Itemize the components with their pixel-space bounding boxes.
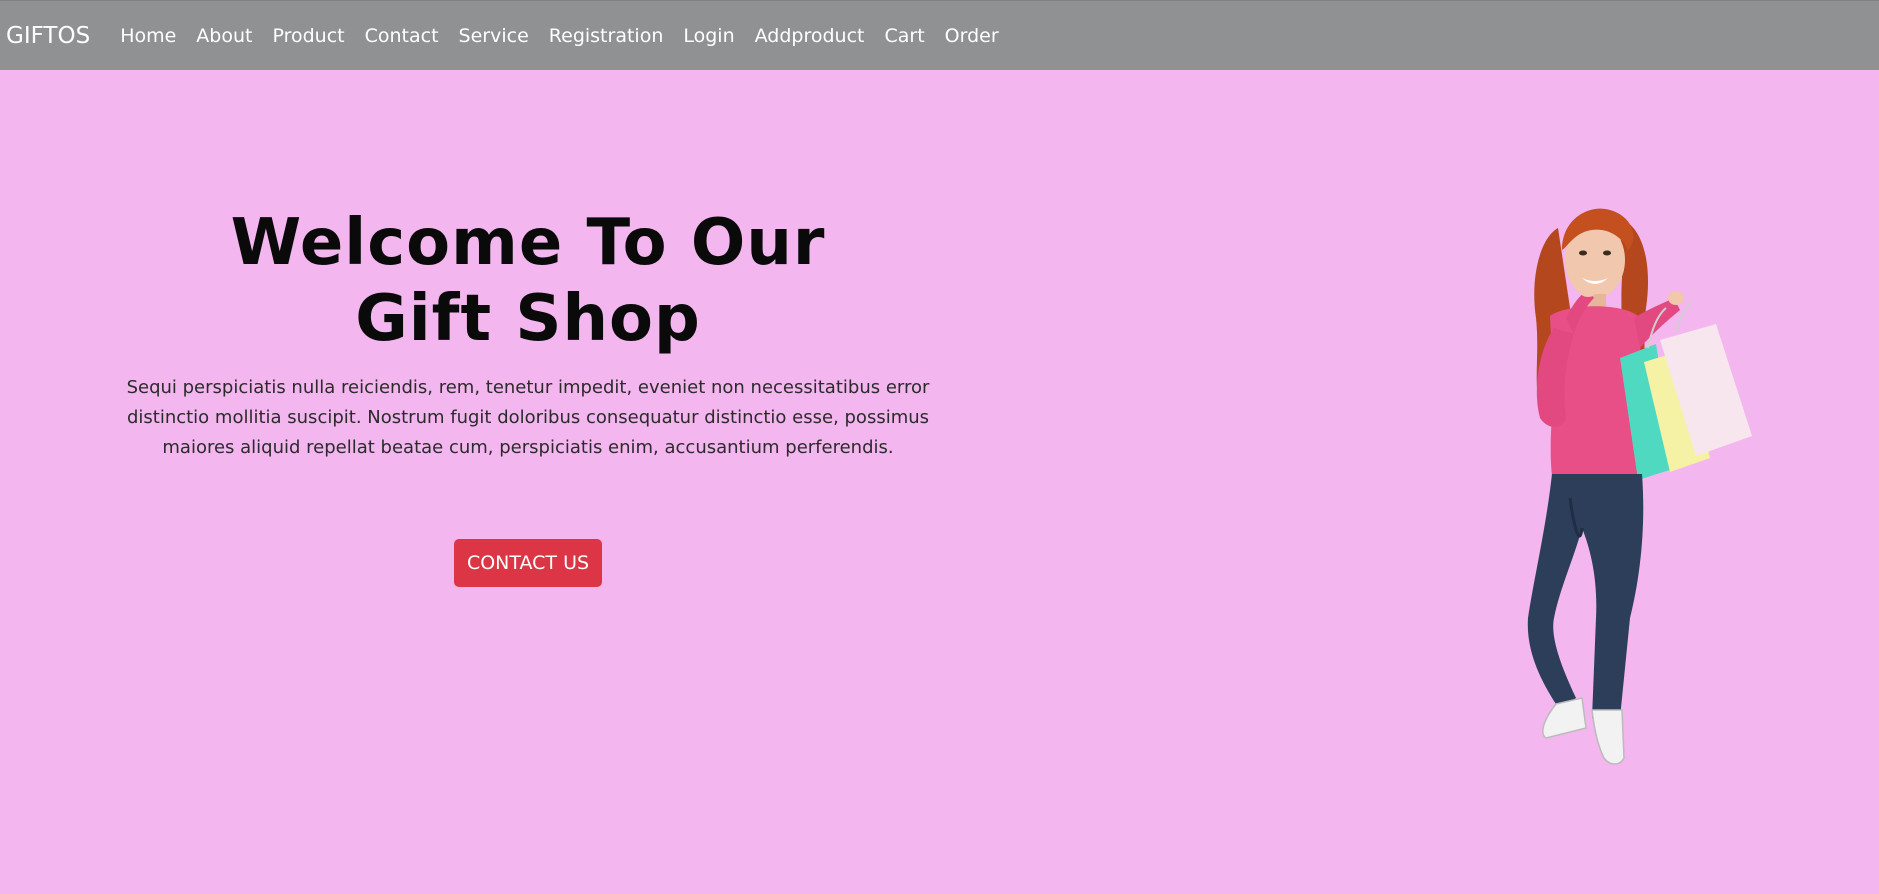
hero-section: Welcome To Our Gift Shop Sequi perspicia… (0, 70, 1879, 894)
hero-title: Welcome To Our Gift Shop (125, 205, 931, 357)
nav-link-addproduct[interactable]: Addproduct (755, 25, 865, 47)
brand-logo[interactable]: GIFTOS (6, 23, 90, 49)
hero-title-line1: Welcome To Our (230, 206, 826, 280)
nav-link-order[interactable]: Order (945, 25, 999, 47)
nav-link-product[interactable]: Product (272, 25, 344, 47)
nav-links: Home About Product Contact Service Regis… (120, 25, 998, 47)
nav-link-contact[interactable]: Contact (365, 25, 439, 47)
nav-link-login[interactable]: Login (683, 25, 734, 47)
nav-link-about[interactable]: About (196, 25, 252, 47)
nav-link-cart[interactable]: Cart (885, 25, 925, 47)
nav-link-registration[interactable]: Registration (549, 25, 664, 47)
hero-title-line2: Gift Shop (355, 282, 701, 356)
nav-link-home[interactable]: Home (120, 25, 176, 47)
hero-description: Sequi perspiciatis nulla reiciendis, rem… (126, 377, 930, 458)
nav-link-service[interactable]: Service (459, 25, 529, 47)
top-navbar: GIFTOS Home About Product Contact Servic… (0, 0, 1879, 70)
woman-with-shopping-bags-image (1527, 208, 1752, 765)
hero-text: Welcome To Our Gift Shop Sequi perspicia… (125, 205, 931, 463)
contact-us-button[interactable]: CONTACT US (454, 539, 602, 587)
